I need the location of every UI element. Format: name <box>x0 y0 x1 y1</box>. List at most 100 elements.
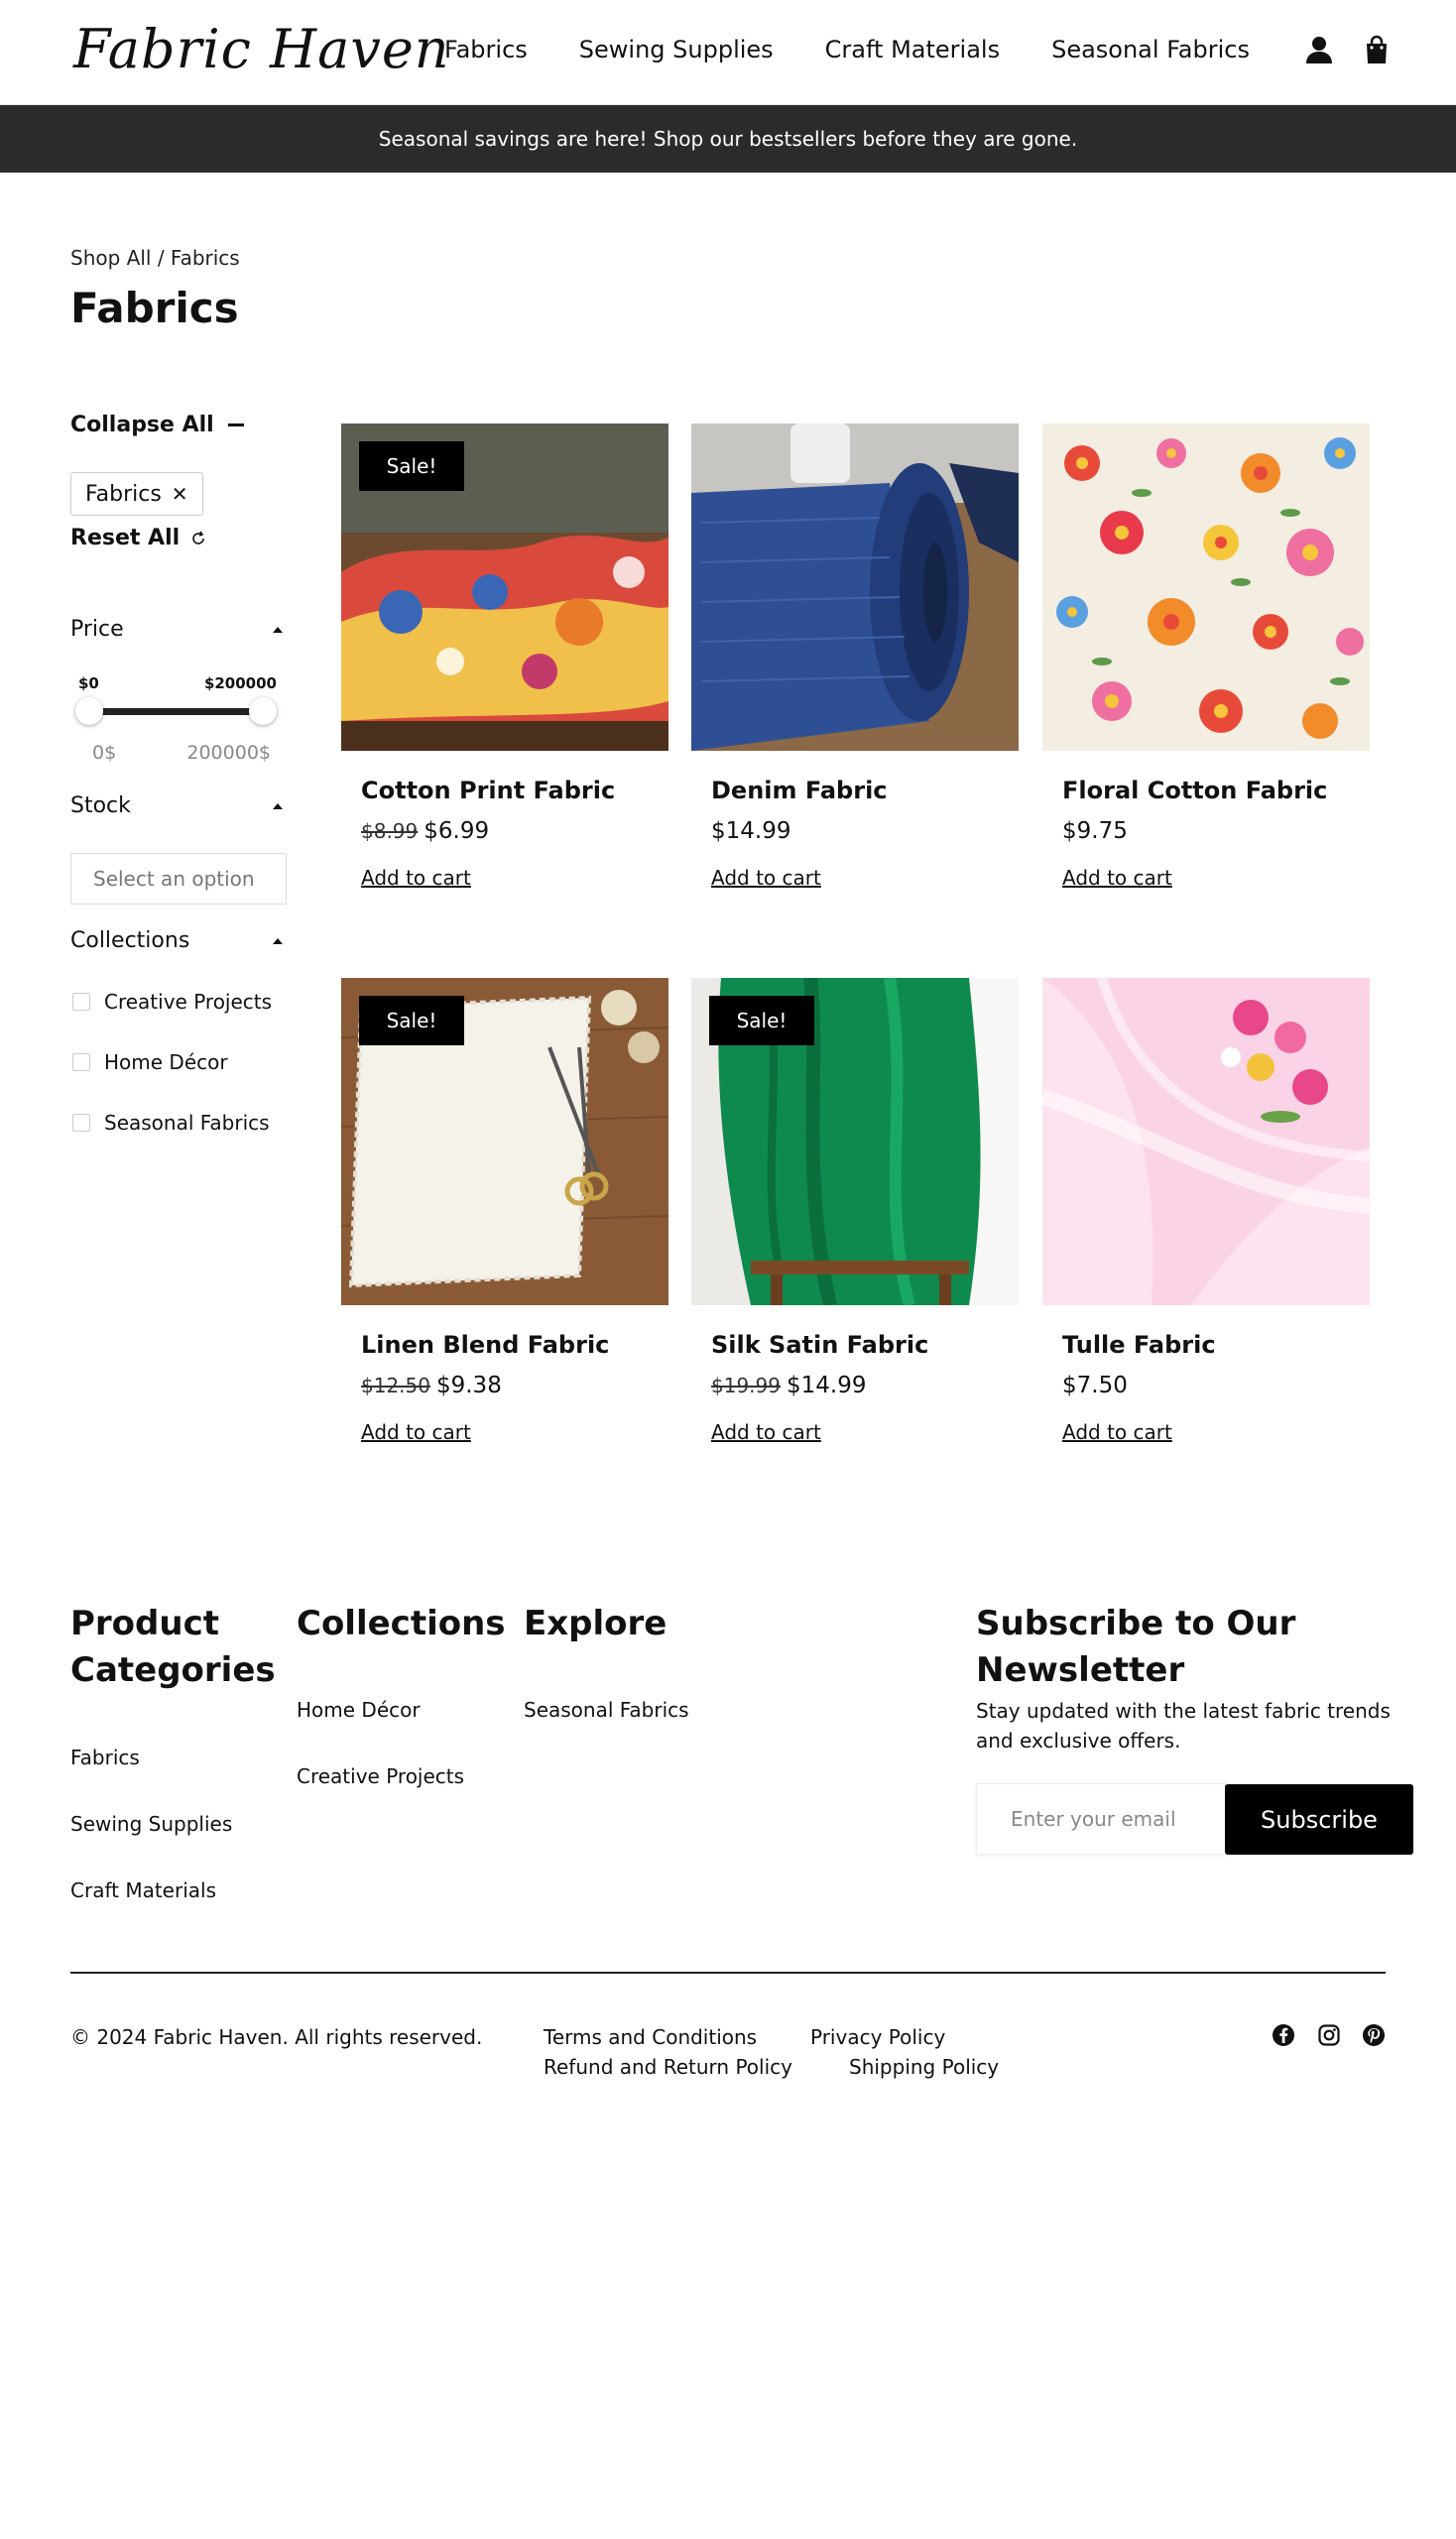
add-to-cart-button[interactable]: Add to cart <box>1062 866 1172 890</box>
checkbox[interactable] <box>72 1114 90 1132</box>
price-filter-header[interactable]: Price <box>70 617 283 642</box>
product-image-denim-fabric[interactable] <box>691 423 1019 751</box>
price-slider-min-handle[interactable] <box>75 697 103 725</box>
collection-option-label: Creative Projects <box>104 990 273 1014</box>
collection-option-seasonal-fabrics[interactable]: Seasonal Fabrics <box>72 1111 270 1135</box>
footer-link-fabrics[interactable]: Fabrics <box>70 1746 140 1769</box>
price-max-value: 200000$ <box>186 742 271 764</box>
subscribe-button[interactable]: Subscribe <box>1225 1784 1413 1855</box>
product-price: $8.99 $6.99 <box>361 818 489 844</box>
footer-divider <box>70 1972 1386 1974</box>
product-price: $14.99 <box>711 818 791 844</box>
chevron-up-icon <box>273 802 283 809</box>
site-logo[interactable]: Fabric Haven <box>73 18 450 80</box>
price-range-labels: $0 $200000 <box>78 674 277 692</box>
site-header: Fabric Haven Fabrics Sewing Supplies Cra… <box>0 0 1456 105</box>
refresh-icon <box>192 531 204 544</box>
active-filter-label: Fabrics <box>85 481 162 507</box>
footer-link-seasonal-fabrics[interactable]: Seasonal Fabrics <box>524 1698 689 1722</box>
footer-link-terms[interactable]: Terms and Conditions <box>544 2025 757 2049</box>
minus-icon <box>227 423 244 426</box>
footer-heading: Explore <box>524 1604 667 1643</box>
nav-item-sewing-supplies[interactable]: Sewing Supplies <box>579 36 774 63</box>
footer-link-refund[interactable]: Refund and Return Policy <box>544 2055 792 2079</box>
collection-option-home-decor[interactable]: Home Décor <box>72 1050 228 1074</box>
product-image-tulle-fabric[interactable] <box>1042 978 1370 1305</box>
page-title: Fabrics <box>70 284 239 332</box>
product-price: $12.50 $9.38 <box>361 1373 502 1398</box>
reset-all-button[interactable]: Reset All <box>70 526 207 550</box>
price-min-value: 0$ <box>92 742 117 764</box>
price-slider-track[interactable] <box>84 708 263 715</box>
nav-item-fabrics[interactable]: Fabrics <box>444 36 528 63</box>
product-name[interactable]: Silk Satin Fabric <box>711 1331 928 1359</box>
product-image-floral-cotton-fabric[interactable] <box>1042 423 1370 751</box>
close-icon[interactable]: ✕ <box>172 482 188 506</box>
price-filter-label: Price <box>70 617 124 642</box>
price-max-label: $200000 <box>203 674 277 692</box>
collections-filter-header[interactable]: Collections <box>70 928 283 953</box>
chevron-up-icon <box>273 626 283 633</box>
footer-explore: Explore <box>524 1601 667 1647</box>
footer-link-craft-materials[interactable]: Craft Materials <box>70 1878 216 1902</box>
user-icon[interactable] <box>1303 34 1335 65</box>
footer-link-creative-projects[interactable]: Creative Projects <box>297 1764 464 1788</box>
product-price: $9.75 <box>1062 818 1128 844</box>
footer-link-sewing-supplies[interactable]: Sewing Supplies <box>70 1812 232 1836</box>
shopping-bag-icon[interactable] <box>1361 34 1393 65</box>
product-price: $7.50 <box>1062 1373 1128 1398</box>
price-slider-max-handle[interactable] <box>249 697 277 725</box>
header-actions <box>1303 34 1393 65</box>
price-min-label: $0 <box>78 674 99 692</box>
nav-item-seasonal-fabrics[interactable]: Seasonal Fabrics <box>1051 36 1250 63</box>
product-image-cotton-print-fabric[interactable]: Sale! <box>341 423 668 751</box>
product-name[interactable]: Cotton Print Fabric <box>361 777 615 804</box>
sale-price: $6.99 <box>424 818 490 844</box>
product-name[interactable]: Tulle Fabric <box>1062 1331 1216 1359</box>
stock-filter-header[interactable]: Stock <box>70 793 283 818</box>
checkbox[interactable] <box>72 1053 90 1071</box>
product-name[interactable]: Denim Fabric <box>711 777 888 804</box>
footer-collections: Collections <box>297 1601 506 1647</box>
product-name[interactable]: Floral Cotton Fabric <box>1062 777 1327 804</box>
product-image-silk-satin-fabric[interactable]: Sale! <box>691 978 1019 1305</box>
active-filter-chip[interactable]: Fabrics ✕ <box>70 472 203 516</box>
add-to-cart-button[interactable]: Add to cart <box>711 1420 821 1444</box>
collections-filter-label: Collections <box>70 928 190 953</box>
email-input[interactable]: Enter your email <box>976 1783 1226 1855</box>
footer-link-shipping[interactable]: Shipping Policy <box>849 2055 999 2079</box>
footer-link-home-decor[interactable]: Home Décor <box>297 1698 421 1722</box>
pinterest-icon[interactable] <box>1362 2023 1386 2047</box>
collapse-all-button[interactable]: Collapse All <box>70 413 244 437</box>
footer-heading: Collections <box>297 1604 506 1643</box>
sale-badge: Sale! <box>359 441 464 491</box>
breadcrumb[interactable]: Shop All / Fabrics <box>70 246 240 270</box>
chevron-up-icon <box>273 937 283 944</box>
product-image-linen-blend-fabric[interactable]: Sale! <box>341 978 668 1305</box>
sale-price: $9.38 <box>435 1373 502 1398</box>
collection-option-label: Home Décor <box>104 1050 228 1074</box>
nav-item-craft-materials[interactable]: Craft Materials <box>825 36 1000 63</box>
collection-option-creative-projects[interactable]: Creative Projects <box>72 990 272 1014</box>
checkbox[interactable] <box>72 993 90 1011</box>
product-name[interactable]: Linen Blend Fabric <box>361 1331 609 1359</box>
footer-newsletter: Subscribe to Our Newsletter <box>976 1601 1393 1694</box>
sale-badge: Sale! <box>709 996 814 1045</box>
newsletter-heading: Subscribe to Our Newsletter <box>976 1604 1296 1690</box>
add-to-cart-button[interactable]: Add to cart <box>711 866 821 890</box>
original-price: $8.99 <box>361 819 419 843</box>
stock-select[interactable]: Select an option <box>70 853 287 905</box>
footer-product-categories: Product Categories <box>70 1601 276 1694</box>
footer-link-privacy[interactable]: Privacy Policy <box>810 2025 945 2049</box>
main-nav: Fabrics Sewing Supplies Craft Materials … <box>444 36 1250 63</box>
facebook-icon[interactable] <box>1272 2023 1295 2047</box>
add-to-cart-button[interactable]: Add to cart <box>1062 1420 1172 1444</box>
sale-badge: Sale! <box>359 996 464 1045</box>
instagram-icon[interactable] <box>1317 2023 1341 2047</box>
collection-option-label: Seasonal Fabrics <box>104 1111 270 1135</box>
newsletter-description: Stay updated with the latest fabric tren… <box>976 1699 1391 1753</box>
copyright: © 2024 Fabric Haven. All rights reserved… <box>70 2025 483 2049</box>
add-to-cart-button[interactable]: Add to cart <box>361 866 471 890</box>
add-to-cart-button[interactable]: Add to cart <box>361 1420 471 1444</box>
original-price: $19.99 <box>711 1374 781 1397</box>
